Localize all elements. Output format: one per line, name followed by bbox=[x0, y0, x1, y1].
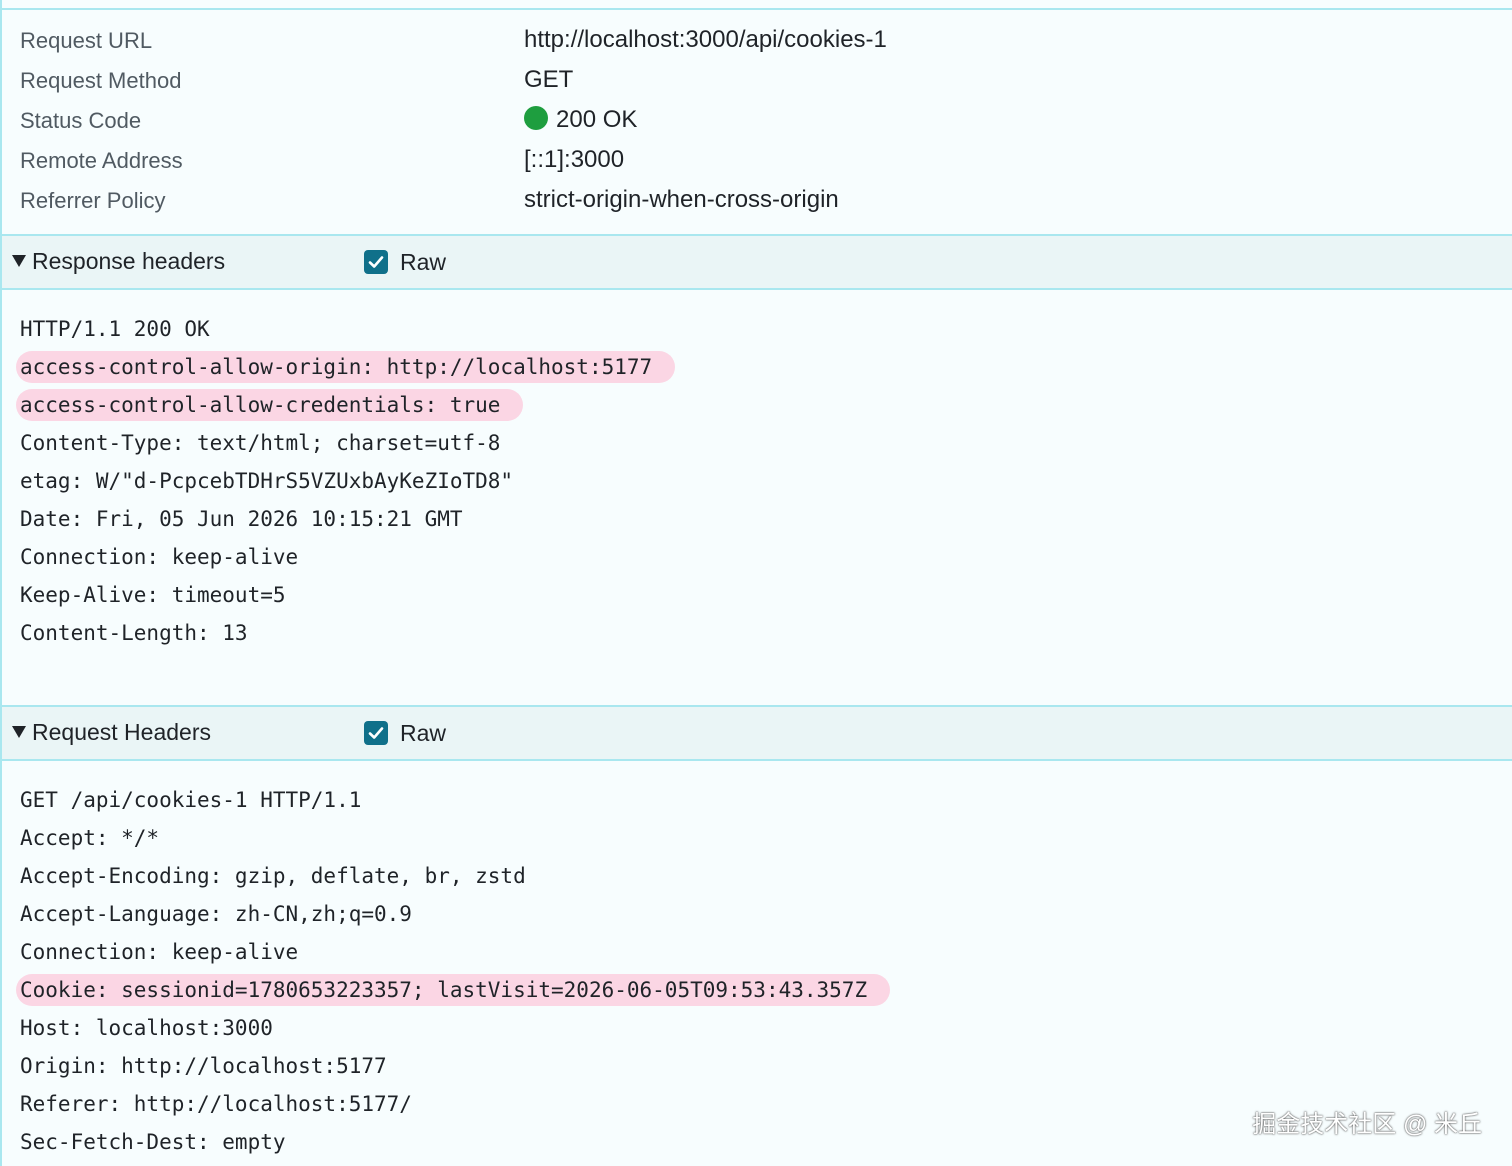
top-divider bbox=[2, 8, 1512, 10]
header-line[interactable]: Referer: http://localhost:5177/ bbox=[20, 1085, 412, 1123]
remote-address-value[interactable]: [::1]:3000 bbox=[524, 146, 624, 174]
header-line[interactable]: Origin: http://localhost:5177 bbox=[20, 1047, 387, 1085]
header-line[interactable]: Content-Length: 13 bbox=[20, 614, 248, 652]
response-raw-checkbox[interactable] bbox=[364, 250, 388, 274]
general-row-request-method: Request Method GET bbox=[20, 62, 1500, 102]
status-code-value-wrap[interactable]: 200 OK bbox=[524, 106, 637, 134]
remote-address-label: Remote Address bbox=[20, 148, 183, 173]
request-url-value[interactable]: http://localhost:3000/api/cookies-1 bbox=[524, 26, 887, 54]
header-line[interactable]: access-control-allow-origin: http://loca… bbox=[20, 348, 652, 386]
request-headers-header: Request Headers Raw bbox=[2, 705, 1512, 761]
response-raw-toggle[interactable]: Raw bbox=[364, 249, 446, 276]
response-headers-header: Response headers Raw bbox=[2, 234, 1512, 290]
header-line[interactable]: Content-Type: text/html; charset=utf-8 bbox=[20, 424, 500, 462]
referrer-policy-value[interactable]: strict-origin-when-cross-origin bbox=[524, 186, 839, 214]
header-line[interactable]: Accept-Encoding: gzip, deflate, br, zstd bbox=[20, 857, 526, 895]
header-line[interactable]: Connection: keep-alive bbox=[20, 933, 298, 971]
watermark: 掘金技术社区 @ 米丘 bbox=[1252, 1111, 1482, 1138]
header-line[interactable]: Accept: */* bbox=[20, 819, 159, 857]
status-code-value: 200 OK bbox=[556, 106, 638, 133]
referrer-policy-label: Referrer Policy bbox=[20, 188, 166, 213]
general-row-status-code: Status Code 200 OK bbox=[20, 102, 1500, 142]
request-url-label: Request URL bbox=[20, 28, 153, 53]
request-method-value[interactable]: GET bbox=[524, 66, 573, 94]
header-line[interactable]: HTTP/1.1 200 OK bbox=[20, 310, 210, 348]
header-line[interactable]: Accept-Language: zh-CN,zh;q=0.9 bbox=[20, 895, 412, 933]
triangle-down-icon bbox=[12, 255, 26, 267]
general-row-remote-address: Remote Address [::1]:3000 bbox=[20, 142, 1500, 182]
general-row-request-url: Request URL http://localhost:3000/api/co… bbox=[20, 22, 1500, 62]
header-line[interactable]: etag: W/"d-PcpcebTDHrS5VZUxbAyKeZIoTD8" bbox=[20, 462, 513, 500]
request-headers-title: Request Headers bbox=[32, 719, 211, 745]
checkmark-icon bbox=[368, 256, 384, 268]
header-line[interactable]: Connection: keep-alive bbox=[20, 538, 298, 576]
header-line[interactable]: Host: localhost:3000 bbox=[20, 1009, 273, 1047]
request-raw-checkbox[interactable] bbox=[364, 721, 388, 745]
headers-panel: Request URL http://localhost:3000/api/co… bbox=[0, 0, 1512, 1166]
request-headers-toggle[interactable]: Request Headers bbox=[12, 719, 211, 746]
header-line[interactable]: Sec-Fetch-Dest: empty bbox=[20, 1123, 286, 1161]
request-raw-toggle[interactable]: Raw bbox=[364, 720, 446, 747]
status-code-label: Status Code bbox=[20, 108, 142, 133]
header-line[interactable]: Date: Fri, 05 Jun 2026 10:15:21 GMT bbox=[20, 500, 463, 538]
request-method-label: Request Method bbox=[20, 68, 182, 93]
header-line[interactable]: Cookie: sessionid=1780653223357; lastVis… bbox=[20, 971, 867, 1009]
response-raw-label: Raw bbox=[400, 249, 447, 275]
response-headers-toggle[interactable]: Response headers bbox=[12, 248, 225, 275]
general-row-referrer-policy: Referrer Policy strict-origin-when-cross… bbox=[20, 182, 1500, 222]
status-dot-icon bbox=[524, 106, 548, 130]
checkmark-icon bbox=[368, 727, 384, 739]
header-line[interactable]: Keep-Alive: timeout=5 bbox=[20, 576, 286, 614]
response-headers-title: Response headers bbox=[32, 248, 226, 274]
triangle-down-icon bbox=[12, 726, 26, 738]
request-raw-label: Raw bbox=[400, 720, 447, 746]
header-line[interactable]: access-control-allow-credentials: true bbox=[20, 386, 500, 424]
header-line[interactable]: GET /api/cookies-1 HTTP/1.1 bbox=[20, 781, 361, 819]
